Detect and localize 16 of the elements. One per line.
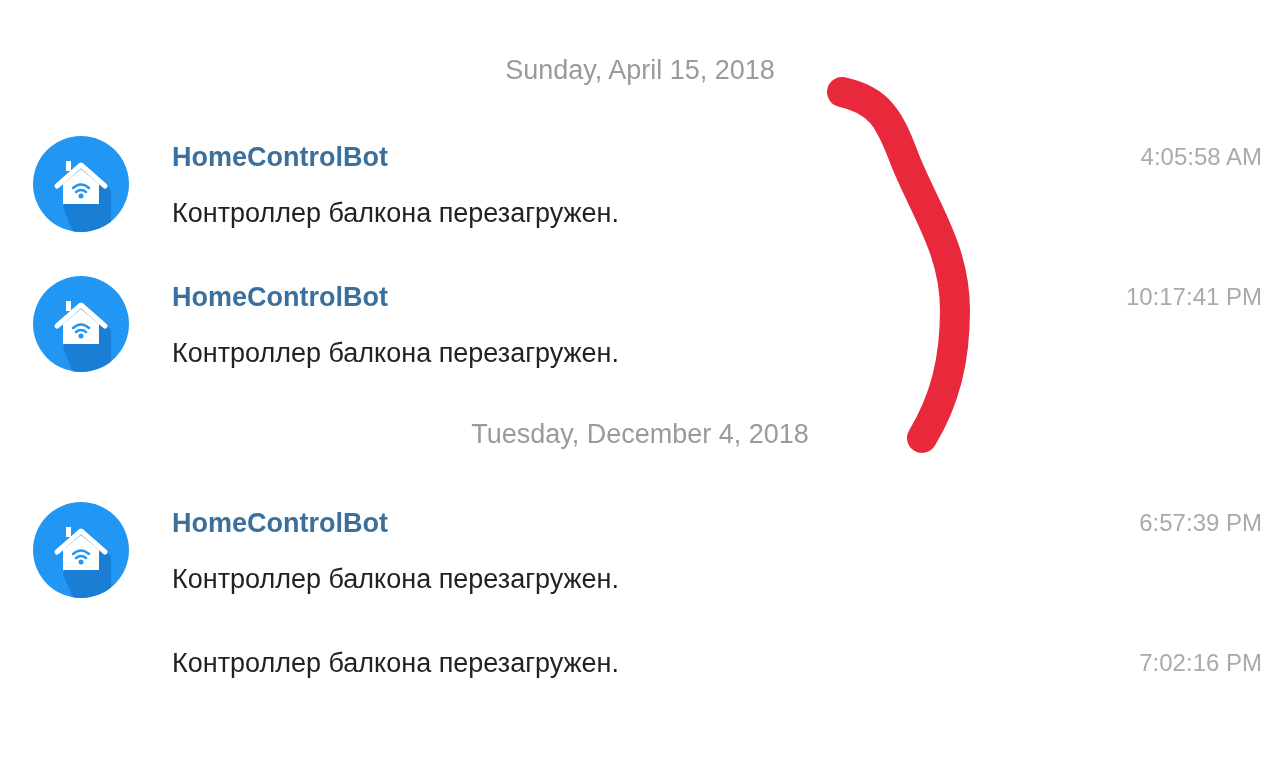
date-separator: Sunday, April 15, 2018	[505, 54, 775, 87]
message-text: Контроллер балкона перезагружен.	[172, 337, 620, 370]
message-text: Контроллер балкона перезагружен.	[172, 197, 620, 230]
message-time: 7:02:16 PM	[1139, 648, 1263, 678]
sender-name: HomeControlBot	[172, 141, 389, 174]
sender-name: HomeControlBot	[172, 507, 389, 540]
avatar-house-icon[interactable]	[33, 136, 129, 232]
date-separator: Tuesday, December 4, 2018	[471, 418, 809, 451]
message-time: 4:05:58 AM	[1140, 142, 1263, 172]
avatar-house-icon[interactable]	[33, 276, 129, 372]
message-time: 6:57:39 PM	[1139, 508, 1263, 538]
sender-name: HomeControlBot	[172, 281, 389, 314]
message-text: Контроллер балкона перезагружен.	[172, 647, 620, 680]
message-time: 10:17:41 PM	[1125, 282, 1263, 312]
avatar-house-icon[interactable]	[33, 502, 129, 598]
message-text: Контроллер балкона перезагружен.	[172, 563, 620, 596]
